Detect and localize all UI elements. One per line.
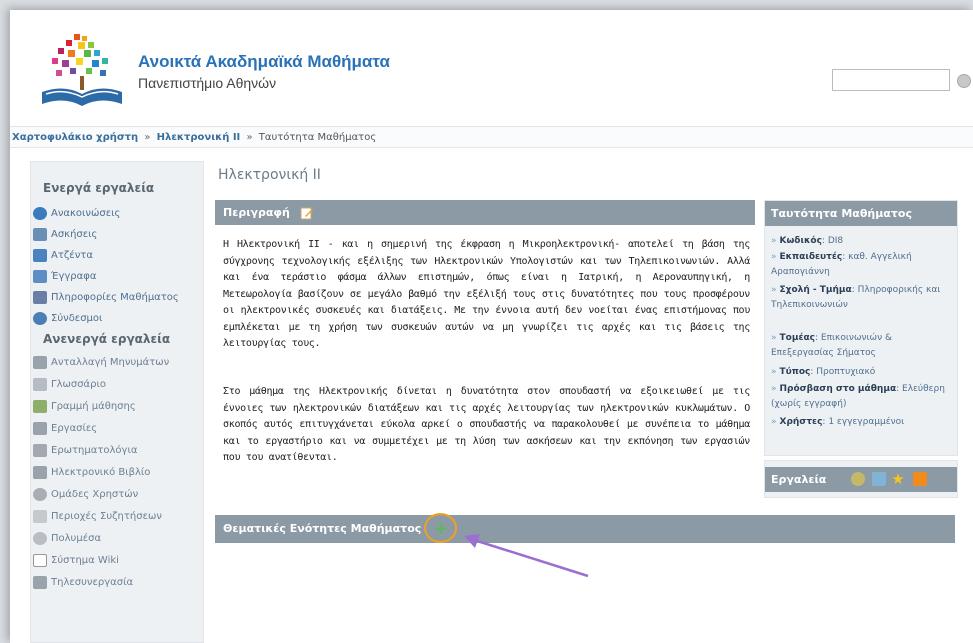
info-access: » Πρόσβαση στο μάθημα: Ελεύθερη (χωρίς εγ… bbox=[771, 384, 945, 409]
course-units-label: Θεματικές Ενότητες Μαθήματος bbox=[223, 522, 422, 535]
sidebar: Ενεργά εργαλεία Ανακοινώσεις Ασκήσεις Ατ… bbox=[30, 161, 204, 643]
site-title[interactable]: Ανοικτά Ακαδημαϊκά Μαθήματα bbox=[138, 52, 390, 72]
documents-icon bbox=[33, 269, 47, 283]
groups-icon bbox=[33, 487, 47, 501]
info-sector: » Τομέας: Επικοινωνιών & Επεξεργασίας Σήμ… bbox=[771, 333, 892, 358]
site-subtitle: Πανεπιστήμιο Αθηνών bbox=[138, 75, 277, 91]
sidebar-item-multimedia[interactable]: Πολυμέσα bbox=[33, 530, 101, 548]
sidebar-item-label: Ανταλλαγή Μηνυμάτων bbox=[51, 357, 170, 368]
sidebar-item-messages[interactable]: Ανταλλαγή Μηνυμάτων bbox=[33, 354, 169, 372]
sidebar-item-calendar[interactable]: Ατζέντα bbox=[33, 247, 93, 265]
sidebar-item-label: Σύστημα Wiki bbox=[51, 555, 119, 566]
description-header: Περιγραφή bbox=[215, 200, 755, 225]
export-icon[interactable] bbox=[872, 472, 886, 486]
breadcrumb-portfolio-link[interactable]: Χαρτοφυλάκιο χρήστη bbox=[12, 132, 138, 143]
favorite-icon[interactable]: ★ bbox=[891, 472, 905, 487]
calendar-icon bbox=[33, 248, 47, 262]
forum-icon bbox=[33, 509, 47, 523]
sidebar-item-label: Σύνδεσμοι bbox=[51, 313, 103, 324]
sidebar-item-user-groups[interactable]: Ομάδες Χρηστών bbox=[33, 486, 138, 504]
course-title: Ηλεκτρονική ΙΙ bbox=[218, 167, 321, 183]
sidebar-item-label: Εργασίες bbox=[51, 423, 98, 434]
sidebar-item-label: Ατζέντα bbox=[51, 250, 93, 261]
teleconference-icon bbox=[33, 575, 47, 589]
info-users: » Χρήστες: 1 εγγεγραμμένοι bbox=[771, 417, 905, 427]
sidebar-item-wiki[interactable]: Σύστημα Wiki bbox=[33, 552, 119, 570]
info-instructors: » Εκπαιδευτές: καθ. Αγγελική Αραπογιάννη bbox=[771, 252, 912, 277]
users-icon[interactable] bbox=[851, 472, 865, 486]
sidebar-item-label: Πληροφορίες Μαθήματος bbox=[51, 292, 179, 303]
page-frame: Ανοικτά Ακαδημαϊκά Μαθήματα Πανεπιστήμιο… bbox=[10, 10, 973, 643]
tools-panel: Εργαλεία ★ bbox=[764, 460, 958, 498]
sidebar-item-label: Περιοχές Συζητήσεων bbox=[51, 511, 162, 522]
breadcrumb: Χαρτοφυλάκιο χρήστη » Ηλεκτρονική ΙΙ » Τ… bbox=[10, 126, 973, 148]
rss-icon[interactable] bbox=[913, 472, 927, 486]
sidebar-item-announcements[interactable]: Ανακοινώσεις bbox=[33, 205, 120, 223]
info-school: » Σχολή - Τμήμα: Πληροφορικής και Τηλεπικ… bbox=[771, 285, 941, 310]
sidebar-item-forums[interactable]: Περιοχές Συζητήσεων bbox=[33, 508, 162, 526]
description-paragraph-1: Η Ηλεκτρονική ΙΙ - και η σημερινή της έκ… bbox=[223, 239, 750, 349]
announcements-icon bbox=[33, 206, 47, 220]
sidebar-item-ebook[interactable]: Ηλεκτρονικό Βιβλίο bbox=[33, 464, 150, 482]
sidebar-item-label: Έγγραφα bbox=[51, 271, 97, 282]
messages-icon bbox=[33, 355, 47, 369]
learning-path-icon bbox=[33, 399, 47, 413]
breadcrumb-current: Ταυτότητα Μαθήματος bbox=[258, 132, 377, 143]
course-info-heading: Ταυτότητα Μαθήματος bbox=[765, 201, 957, 226]
search-button[interactable] bbox=[957, 74, 971, 88]
edit-icon[interactable] bbox=[300, 207, 314, 220]
wiki-icon bbox=[33, 553, 47, 567]
sidebar-item-learning-path[interactable]: Γραμμή μάθησης bbox=[33, 398, 136, 416]
sidebar-item-links[interactable]: Σύνδεσμοι bbox=[33, 310, 102, 328]
ebook-icon bbox=[33, 465, 47, 479]
questionnaire-icon bbox=[33, 443, 47, 457]
breadcrumb-separator: » bbox=[144, 132, 151, 143]
course-info-panel: Ταυτότητα Μαθήματος » Κωδικός: DI8 » Εκπαι… bbox=[764, 200, 958, 456]
search-input[interactable] bbox=[832, 69, 950, 91]
info-icon bbox=[33, 290, 47, 304]
sidebar-item-label: Ηλεκτρονικό Βιβλίο bbox=[51, 467, 151, 478]
sidebar-item-exercises[interactable]: Ασκήσεις bbox=[33, 226, 97, 244]
sidebar-item-assignments[interactable]: Εργασίες bbox=[33, 420, 97, 438]
highlight-circle bbox=[424, 513, 457, 543]
description-label: Περιγραφή bbox=[223, 206, 290, 219]
sidebar-item-label: Γραμμή μάθησης bbox=[51, 401, 136, 412]
inactive-tools-heading: Ανενεργά εργαλεία bbox=[43, 332, 171, 346]
sidebar-item-course-info[interactable]: Πληροφορίες Μαθήματος bbox=[33, 289, 179, 307]
links-icon bbox=[33, 311, 47, 325]
tools-label: Εργαλεία bbox=[771, 473, 827, 486]
site-logo[interactable] bbox=[36, 32, 128, 114]
sidebar-item-label: Ανακοινώσεις bbox=[51, 208, 121, 219]
arrow-annotation bbox=[464, 534, 589, 578]
multimedia-icon bbox=[33, 531, 47, 545]
assignments-icon bbox=[33, 421, 47, 435]
sidebar-item-questionnaires[interactable]: Ερωτηματολόγια bbox=[33, 442, 137, 460]
active-tools-heading: Ενεργά εργαλεία bbox=[43, 181, 155, 195]
breadcrumb-separator: » bbox=[246, 132, 253, 143]
glossary-icon bbox=[33, 377, 47, 391]
sidebar-item-documents[interactable]: Έγγραφα bbox=[33, 268, 96, 286]
sidebar-item-label: Ερωτηματολόγια bbox=[51, 445, 138, 456]
breadcrumb-course-link[interactable]: Ηλεκτρονική ΙΙ bbox=[157, 132, 241, 143]
sidebar-item-label: Τηλεσυνεργασία bbox=[51, 577, 134, 588]
sidebar-item-label: Ασκήσεις bbox=[51, 229, 98, 240]
info-type: » Τύπος: Προπτυχιακό bbox=[771, 367, 876, 377]
site-header: Ανοικτά Ακαδημαϊκά Μαθήματα Πανεπιστήμιο… bbox=[10, 10, 973, 120]
info-code: » Κωδικός: DI8 bbox=[771, 236, 844, 246]
sidebar-item-label: Ομάδες Χρηστών bbox=[51, 489, 139, 500]
sidebar-item-label: Πολυμέσα bbox=[51, 533, 102, 544]
sidebar-item-glossary[interactable]: Γλωσσάριο bbox=[33, 376, 106, 394]
sidebar-item-label: Γλωσσάριο bbox=[51, 379, 106, 390]
description-paragraph-2: Στο μάθημα της Ηλεκτρονικής δίνεται η δυ… bbox=[223, 386, 750, 463]
exercises-icon bbox=[33, 227, 47, 241]
sidebar-item-teleconference[interactable]: Τηλεσυνεργασία bbox=[33, 574, 133, 592]
